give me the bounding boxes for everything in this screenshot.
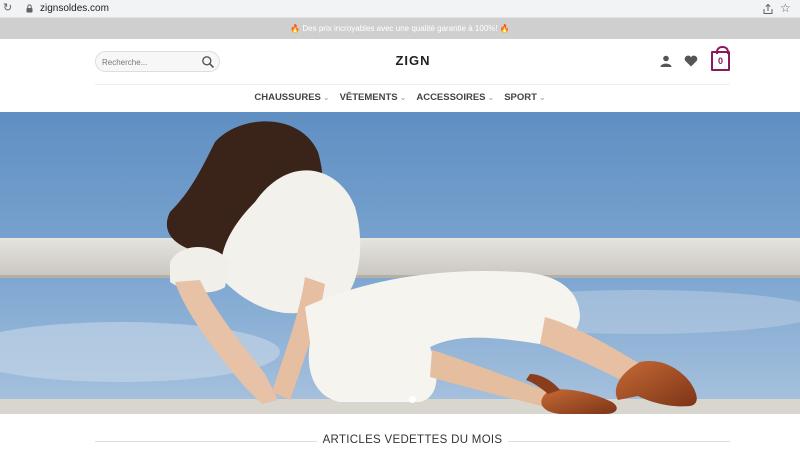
nav-item-label: ACCESSOIRES	[416, 92, 486, 103]
account-icon[interactable]	[660, 55, 672, 67]
featured-section-header: ARTICLES VEDETTES DU MOIS	[95, 432, 730, 452]
chevron-down-icon: ⌄	[487, 93, 495, 102]
chevron-down-icon: ⌄	[322, 93, 330, 102]
nav-item-label: CHAUSSURES	[254, 92, 321, 103]
hero-banner[interactable]	[0, 112, 800, 414]
announcement-text: Des prix incroyables avec une qualité ga…	[302, 24, 498, 33]
reload-icon[interactable]: ↻	[3, 2, 15, 14]
browser-address-bar: ↻ zignsoldes.com ☆	[0, 0, 800, 18]
nav-item-label: SPORT	[504, 92, 537, 103]
nav-item-sport[interactable]: SPORT ⌄	[504, 90, 545, 106]
wishlist-heart-icon[interactable]	[684, 55, 698, 67]
chevron-down-icon: ⌄	[399, 93, 407, 102]
search-icon[interactable]	[201, 55, 215, 69]
cart-button[interactable]: 0	[711, 46, 730, 71]
url-text[interactable]: zignsoldes.com	[40, 3, 109, 15]
chevron-down-icon: ⌄	[538, 93, 546, 102]
lock-icon[interactable]	[26, 4, 33, 13]
fire-icon: 🔥	[499, 24, 510, 33]
search-box	[95, 51, 220, 72]
header-divider	[95, 84, 730, 85]
divider-line	[95, 441, 317, 442]
nav-item-label: VÊTEMENTS	[339, 92, 398, 103]
fire-icon: 🔥	[290, 24, 301, 33]
site-logo[interactable]: ZIGN	[372, 53, 454, 68]
divider-line	[508, 441, 730, 442]
search-input[interactable]	[102, 55, 197, 69]
hero-image	[0, 112, 800, 414]
nav-item-vetements[interactable]: VÊTEMENTS ⌄	[340, 90, 407, 106]
announcement-bar: 🔥 Des prix incroyables avec une qualité …	[0, 18, 800, 39]
bookmark-star-icon[interactable]: ☆	[780, 1, 791, 15]
main-nav: CHAUSSURES ⌄ VÊTEMENTS ⌄ ACCESSOIRES ⌄ SPOR…	[0, 90, 800, 106]
nav-item-accessoires[interactable]: ACCESSOIRES ⌄	[416, 90, 494, 106]
slider-dot-active[interactable]	[409, 396, 416, 403]
section-title: ARTICLES VEDETTES DU MOIS	[322, 434, 503, 446]
nav-item-chaussures[interactable]: CHAUSSURES ⌄	[254, 90, 329, 106]
share-icon[interactable]	[762, 3, 774, 15]
